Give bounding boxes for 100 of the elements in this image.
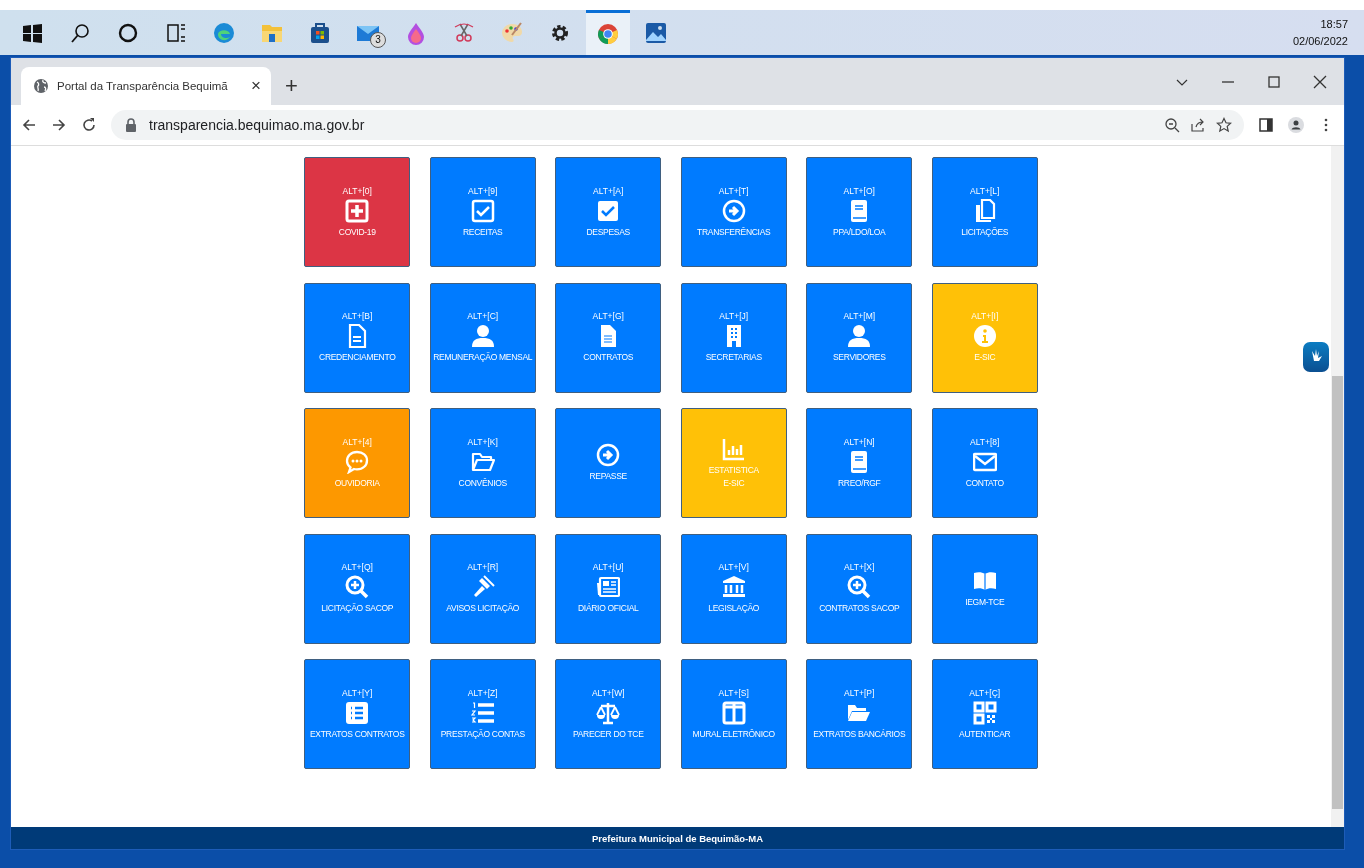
tile-label: PARECER DO TCE (572, 727, 644, 741)
menu-tile[interactable]: ALT+[O] PPA/LDO/LOA (806, 157, 913, 267)
reload-icon[interactable] (81, 117, 97, 133)
menu-tile[interactable]: ALT+[U] DIÁRIO OFICIAL (555, 533, 662, 644)
tile-label: SERVIDORES (832, 351, 886, 364)
tile-label: RREO/RGF (838, 476, 881, 490)
shortcut-label: ALT+[0] (342, 185, 372, 196)
checkbox-icon (470, 198, 495, 223)
tile-label: LICITAÇÃO SACOP (321, 602, 394, 615)
shortcut-label: ALT+[Z] (467, 687, 498, 698)
zoom-icon (345, 575, 370, 599)
check-icon (596, 198, 621, 223)
shortcut-label: ALT+[C] (467, 311, 499, 321)
tile-label: LICITAÇÕES (961, 225, 1009, 239)
menu-tile[interactable]: ALT+[8] CONTATO (931, 408, 1038, 518)
menu-tile[interactable]: ALT+[C] REMUNERAÇÃO MENSAL (429, 282, 536, 393)
tile-label: AVISOS LICITAÇÃO (446, 602, 520, 615)
shortcut-label: ALT+[Y] (342, 687, 373, 698)
menu-tile[interactable]: ALT+[N] RREO/RGF (806, 408, 913, 518)
zoom-out-icon[interactable] (1164, 117, 1180, 133)
tile-label: E-SIC (974, 351, 996, 364)
list-icon (345, 700, 370, 725)
hand-icon[interactable] (1303, 342, 1329, 372)
menu-tile[interactable]: ALT+[P] EXTRATOS BANCÁRIOS (806, 659, 913, 769)
tile-label: AUTENTICAR (959, 727, 1011, 741)
menu-tile[interactable]: ALT+[A] DESPESAS (555, 157, 662, 267)
tile-label: EXTRATOS BANCÁRIOS (813, 727, 906, 741)
close-icon[interactable] (1312, 73, 1328, 90)
menu-tile[interactable]: ALT+[Y] EXTRATOS CONTRATOS (304, 659, 411, 769)
menu-tile[interactable]: REPASSE (555, 408, 662, 518)
tile-label: PRESTAÇÃO CONTAS (440, 727, 525, 741)
menu-tile[interactable]: ALT+[V] LEGISLAÇÃO (680, 533, 787, 644)
profile-icon[interactable] (1288, 117, 1304, 133)
tab-close[interactable]: × (251, 76, 261, 96)
menu-tile[interactable]: ALT+[S] MURAL ELETRÔNICO (680, 659, 787, 769)
menu-tile[interactable]: ALT+[W] PARECER DO TCE (555, 659, 662, 769)
chart-icon (721, 436, 746, 461)
star-icon[interactable] (1216, 117, 1232, 133)
menu-tile[interactable]: ALT+[4] OUVIDORIA (304, 408, 411, 518)
shortcut-label: ALT+[J] (719, 311, 749, 321)
tile-label: EXTRATOS CONTRATOS (309, 727, 405, 741)
palette-icon (500, 20, 524, 45)
shortcut-label: ALT+[K] (467, 436, 498, 447)
forward-icon[interactable] (51, 117, 67, 133)
menu-tile[interactable]: ALT+[K] CONVÊNIOS (429, 408, 536, 518)
browser-tab[interactable]: Portal da Transparência Bequimã × (21, 67, 271, 105)
shortcut-label: ALT+[S] (718, 687, 749, 698)
tile-label: MURAL ELETRÔNICO (692, 727, 775, 741)
address-bar[interactable]: transparencia.bequimao.ma.gov.br (111, 110, 1244, 140)
tile-label: DIÁRIO OFICIAL (578, 602, 639, 615)
shortcut-label: ALT+[Ç] (969, 687, 1001, 698)
shortcut-label: ALT+[X] (844, 562, 875, 572)
plus-icon (345, 198, 370, 223)
scrollbar[interactable] (1331, 146, 1344, 827)
tile-label: DESPESAS (586, 225, 630, 239)
url-text: transparencia.bequimao.ma.gov.br (149, 117, 366, 133)
lock-icon (123, 117, 139, 133)
tile-label: OUVIDORIA (334, 476, 380, 490)
share-icon[interactable] (1190, 117, 1206, 133)
snip-icon (452, 20, 476, 45)
qrcode-icon (972, 700, 997, 725)
globe-icon (33, 78, 49, 94)
tile-label: PPA/LDO/LOA (833, 225, 886, 239)
shortcut-label: ALT+[T] (718, 185, 749, 196)
menu-tile[interactable]: IEGM-TCE (931, 533, 1038, 644)
tile-label: REPASSE (589, 470, 627, 483)
taskbar-button[interactable]: 3 (346, 10, 390, 55)
shortcut-label: ALT+[4] (342, 436, 372, 447)
notification-badge: 3 (370, 32, 386, 48)
menu-tile[interactable]: ALT+[R] AVISOS LICITAÇÃO (429, 533, 536, 644)
side-panel-icon[interactable] (1258, 117, 1274, 133)
menu-tile[interactable]: ALT+[Q] LICITAÇÃO SACOP (304, 533, 411, 644)
menu-tile[interactable]: ALT+[9] RECEITAS (429, 157, 536, 267)
clock-date: 02/06/2022 (1292, 33, 1348, 49)
menu-tile[interactable]: ALT+[G] CONTRATOS (555, 282, 662, 393)
tile-label: SECRETARIAS (705, 351, 762, 364)
tab-title: Portal da Transparência Bequimã (57, 80, 229, 92)
maximize-icon[interactable] (1266, 73, 1282, 90)
back-icon[interactable] (21, 117, 37, 133)
menu-tile[interactable]: ALT+[X] CONTRATOS SACOP (806, 533, 913, 644)
shortcut-label: ALT+[Q] (341, 562, 373, 572)
newspaper-icon (596, 575, 621, 599)
tile-label: REMUNERAÇÃO MENSAL (433, 351, 533, 364)
menu-tile[interactable]: ALT+[0] COVID-19 (304, 157, 411, 267)
menu-tile[interactable]: ALT+[T] TRANSFERÊNCIAS (680, 157, 787, 267)
shortcut-label: ALT+[W] (591, 687, 625, 698)
menu-tile[interactable]: ALT+[B] CREDENCIAMENTO (304, 282, 411, 393)
tile-label: CONTRATOS SACOP (819, 602, 900, 615)
menu-tile[interactable]: ALT+[J] SECRETARIAS (680, 282, 787, 393)
footer-text: Prefeitura Municipal de Bequimão-MA (11, 827, 1344, 849)
menu-tile[interactable]: ALT+[L] LICITAÇÕES (931, 157, 1038, 267)
tile-label: CONTATO (965, 476, 1004, 490)
shortcut-label: ALT+[U] (592, 562, 624, 572)
shortcut-label: ALT+[V] (718, 562, 749, 572)
shortcut-label: ALT+[L] (970, 185, 1000, 196)
menu-tile[interactable]: ALT+[M] SERVIDORES (806, 282, 913, 393)
shortcut-label: ALT+[N] (843, 436, 875, 447)
new-tab-button[interactable]: + (279, 73, 304, 99)
menu-tile[interactable]: ALT+[Z] PRESTAÇÃO CONTAS (429, 659, 536, 769)
menu-tile[interactable]: ALT+[Ç] AUTENTICAR (931, 659, 1038, 769)
